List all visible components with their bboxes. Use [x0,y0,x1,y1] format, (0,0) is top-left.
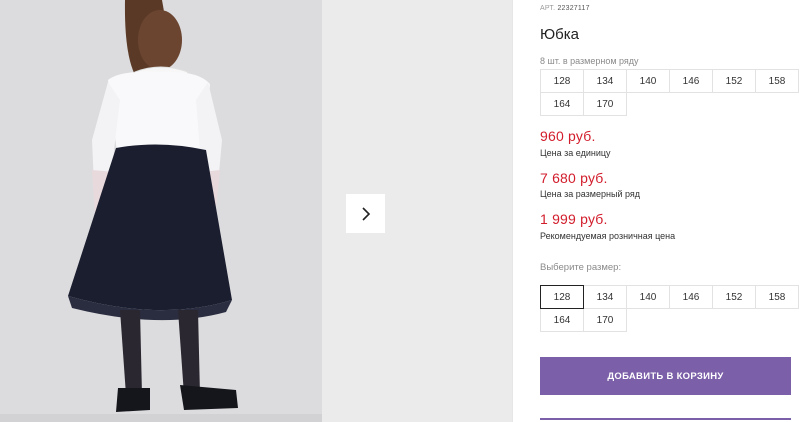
pack-size-cell: 152 [712,69,756,93]
pack-size-cell: 158 [755,69,799,93]
pack-size-cell: 146 [669,69,713,93]
pack-size-cell: 140 [626,69,670,93]
pack-size-cell: 128 [540,69,584,93]
choose-size-label: Выберите размер: [540,262,622,273]
gallery-next-button[interactable] [346,194,385,233]
article-code: 22327117 [557,5,590,12]
retail-price-note: Рекомендуемая розничная цена [540,231,676,241]
pack-size-cell: 170 [583,92,627,116]
article-label: АРТ. [540,5,556,12]
pack-size-grid: 128 134 140 146 152 158 164 170 [540,69,799,116]
product-info-panel: АРТ. 22327117 Юбка 8 шт. в размерном ряд… [540,0,800,422]
size-option-128[interactable]: 128 [540,285,584,309]
unit-price: 960 руб. [540,128,596,144]
size-option-152[interactable]: 152 [712,285,756,309]
size-option-140[interactable]: 140 [626,285,670,309]
size-option-134[interactable]: 134 [583,285,627,309]
divider [512,0,513,422]
unit-price-note: Цена за единицу [540,148,611,158]
series-price-note: Цена за размерный ряд [540,189,641,199]
size-option-164[interactable]: 164 [540,308,584,332]
product-title: Юбка [540,26,579,43]
series-price: 7 680 руб. [540,170,608,186]
size-option-158[interactable]: 158 [755,285,799,309]
pack-info: 8 шт. в размерном ряду [540,56,639,66]
secondary-button[interactable] [540,418,791,422]
size-selector: 128 134 140 146 152 158 164 170 [540,285,799,332]
pack-size-cell: 164 [540,92,584,116]
product-photo [0,0,322,422]
add-to-cart-button[interactable]: ДОБАВИТЬ В КОРЗИНУ [540,357,791,395]
girl-in-skirt-image [0,0,322,422]
article-number: АРТ. 22327117 [540,5,590,12]
chevron-right-icon [361,206,370,221]
retail-price: 1 999 руб. [540,211,608,227]
size-option-146[interactable]: 146 [669,285,713,309]
pack-size-cell: 134 [583,69,627,93]
size-option-170[interactable]: 170 [583,308,627,332]
product-gallery [0,0,512,422]
